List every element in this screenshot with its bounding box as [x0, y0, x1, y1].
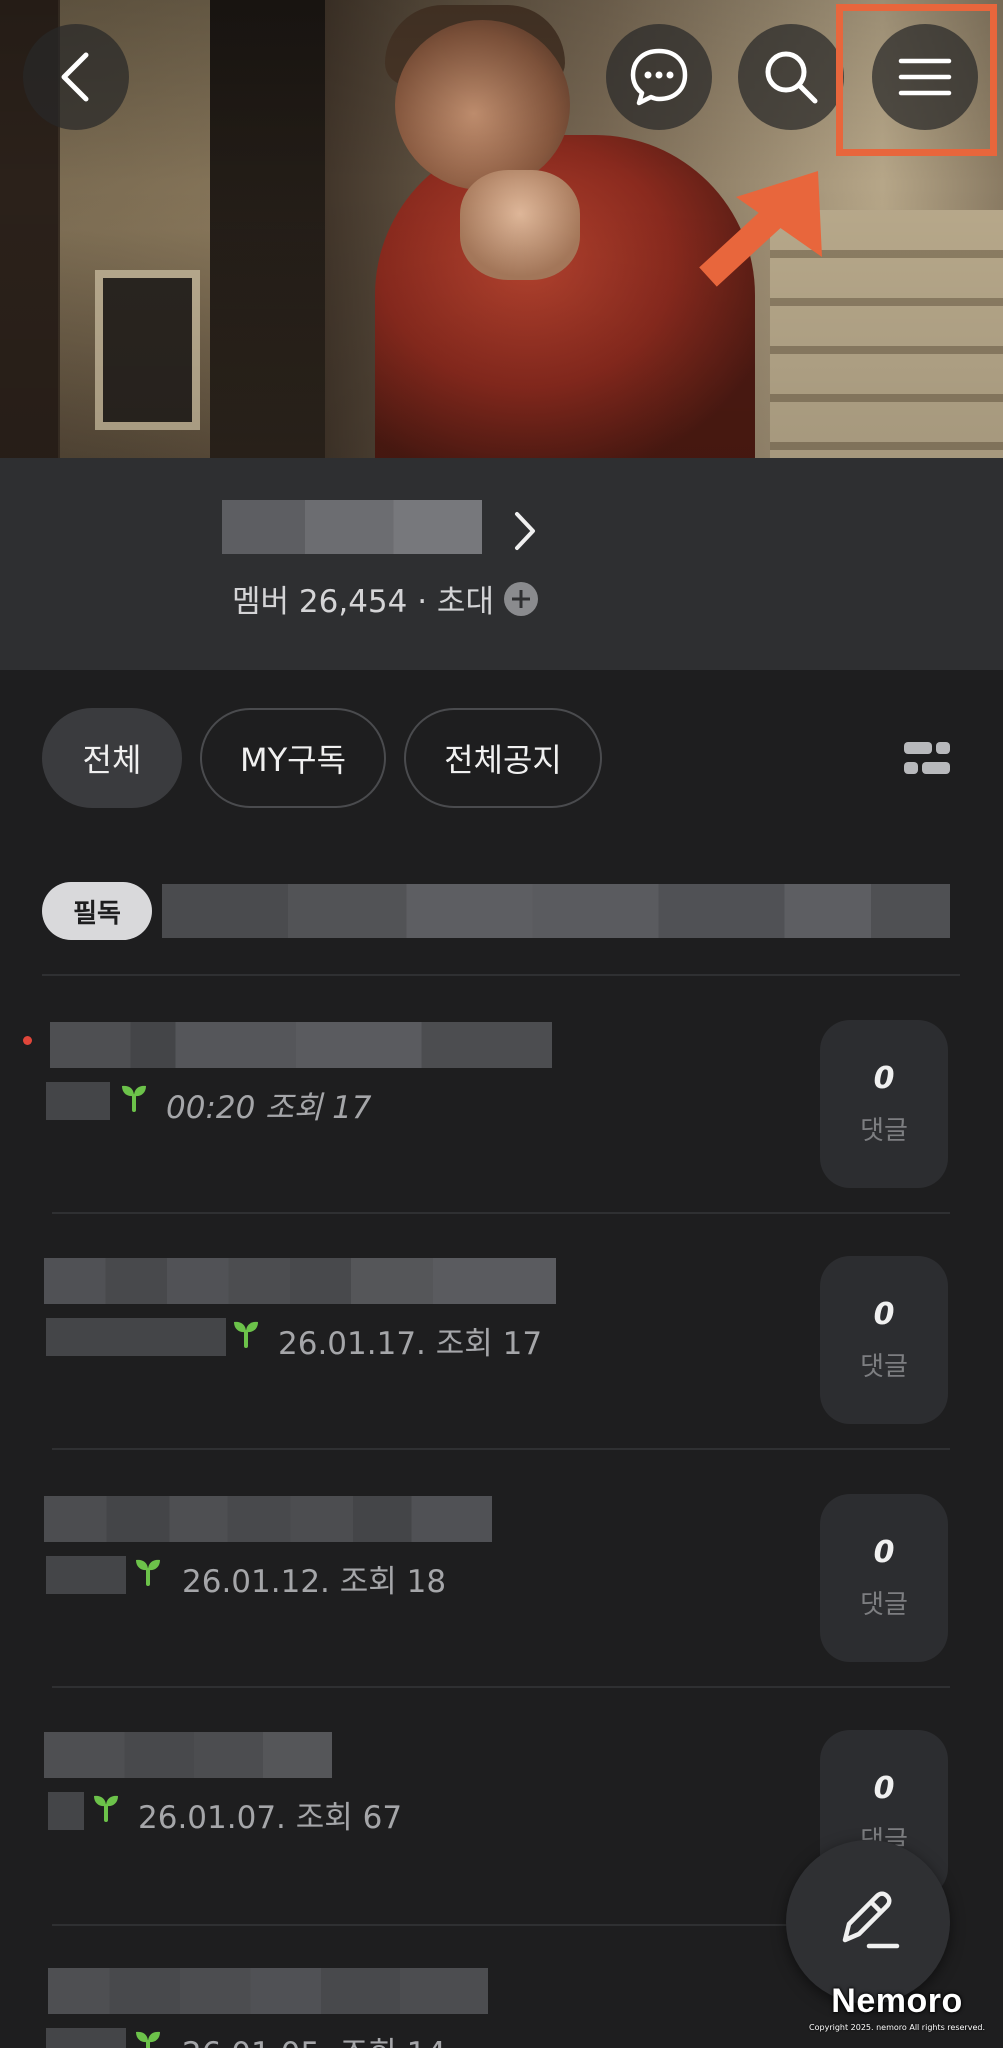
post-meta: 26.01.07. 조회 67 — [138, 1800, 403, 1836]
comment-count: 0 — [873, 1535, 895, 1570]
new-post-dot — [23, 1036, 32, 1045]
cafe-header: 멤버 26,454 · 초대 — [0, 458, 1003, 670]
divider — [52, 1448, 950, 1450]
menu-highlight-box — [836, 4, 997, 156]
post-author-redacted — [46, 1082, 110, 1120]
post-author-redacted — [46, 1318, 226, 1356]
watermark-copyright: Copyright 2025. nemoro All rights reserv… — [809, 2023, 985, 2032]
chevron-right-icon[interactable] — [512, 510, 538, 552]
post-title-redacted — [48, 1968, 488, 2014]
comment-label: 댓글 — [860, 1116, 908, 1146]
view-mode-toggle-icon[interactable] — [904, 742, 950, 776]
post-author-redacted — [46, 2028, 126, 2048]
post-author-redacted — [48, 1792, 84, 1830]
tab-all[interactable]: 전체 — [42, 708, 182, 808]
pinned-title-redacted — [162, 884, 950, 938]
write-post-button[interactable] — [786, 1840, 950, 2004]
member-count-invite[interactable]: 멤버 26,454 · 초대 — [232, 576, 538, 621]
sprout-level-icon — [136, 1559, 160, 1586]
post-meta: 26.01.17. 조회 17 — [278, 1326, 543, 1362]
comment-label: 댓글 — [860, 1590, 908, 1620]
search-button[interactable] — [738, 24, 844, 130]
chat-bubble-icon — [630, 48, 688, 106]
post-title-redacted — [44, 1732, 332, 1778]
watermark-brand: Nemoro — [831, 1982, 963, 2020]
sprout-level-icon — [136, 2031, 160, 2048]
sprout-level-icon — [234, 1321, 258, 1348]
watermark: Nemoro Copyright 2025. nemoro All rights… — [809, 1982, 985, 2032]
comment-count: 0 — [873, 1771, 895, 1806]
comment-count: 0 — [873, 1297, 895, 1332]
post-title-redacted — [44, 1496, 492, 1542]
post-title-redacted — [50, 1022, 552, 1068]
divider — [52, 1686, 950, 1688]
post-title-redacted — [44, 1258, 556, 1304]
pointer-arrow-icon — [699, 171, 822, 287]
divider — [52, 1212, 950, 1214]
comment-count-box[interactable]: 0 댓글 — [820, 1020, 948, 1188]
comment-count-box[interactable]: 0 댓글 — [820, 1494, 948, 1662]
pinned-notice-row[interactable]: 필독 — [42, 882, 950, 940]
comment-count-box[interactable]: 0 댓글 — [820, 1256, 948, 1424]
post-meta: 00:20 조회 17 — [166, 1090, 372, 1126]
post-meta: 26.01.12. 조회 18 — [182, 1564, 447, 1600]
sprout-level-icon — [122, 1085, 146, 1112]
pencil-write-icon — [842, 1891, 900, 1949]
board-filter-tabs: 전체 MY구독 전체공지 — [42, 708, 602, 808]
tab-all-notices[interactable]: 전체공지 — [404, 708, 602, 808]
post-meta: 26.01.05. 조회 14 — [182, 2028, 446, 2048]
post-item[interactable]: 00:20 조회 17 0 댓글 — [0, 1000, 1003, 1236]
divider — [42, 974, 960, 976]
post-item[interactable]: 26.01.17. 조회 17 0 댓글 — [0, 1236, 1003, 1472]
post-item[interactable]: 26.01.12. 조회 18 0 댓글 — [0, 1474, 1003, 1710]
comment-label: 댓글 — [860, 1352, 908, 1382]
cafe-name-redacted[interactable] — [222, 500, 482, 554]
back-button[interactable] — [23, 24, 129, 130]
chat-button[interactable] — [606, 24, 712, 130]
comment-count: 0 — [873, 1061, 895, 1096]
must-read-badge: 필독 — [42, 882, 152, 940]
member-count-text: 멤버 26,454 · 초대 — [232, 584, 494, 620]
sprout-level-icon — [94, 1795, 118, 1822]
search-icon — [765, 51, 818, 104]
post-author-redacted — [46, 1556, 126, 1594]
chevron-left-icon — [61, 52, 89, 102]
tab-my-subscriptions[interactable]: MY구독 — [200, 708, 386, 808]
invite-plus-icon[interactable] — [503, 581, 538, 616]
